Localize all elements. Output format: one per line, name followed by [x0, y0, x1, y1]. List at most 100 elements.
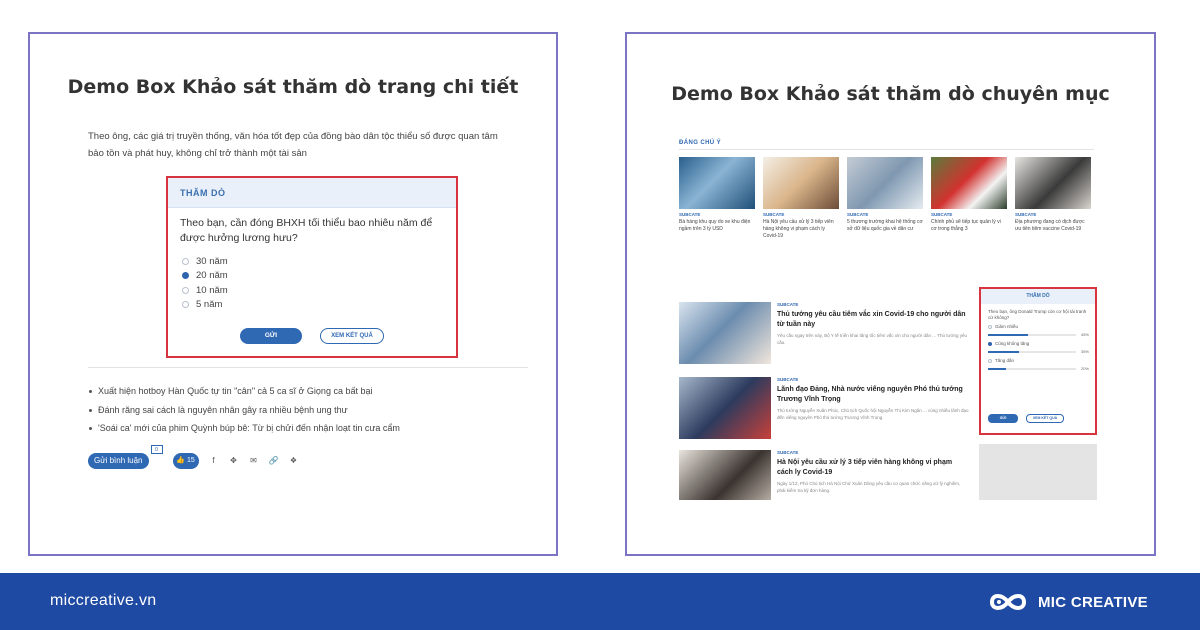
poll-question: Theo bạn, ông Donald Trump còn cơ hội tá… — [988, 309, 1087, 320]
poll-result-fill — [988, 334, 1028, 336]
radio-icon[interactable] — [182, 286, 189, 294]
poll-view-results-button[interactable]: XEM KẾT QUẢ — [1026, 414, 1064, 423]
poll-option-label: Cũng không tăng — [995, 341, 1030, 346]
poll-options: 30 năm 20 năm 10 năm 5 năm — [168, 250, 456, 312]
poll-option[interactable]: 20 năm — [182, 269, 444, 284]
news-category: SUBCATE — [777, 450, 799, 455]
facebook-icon[interactable]: f — [209, 456, 219, 466]
thumbs-up-icon: 👍 — [176, 457, 185, 464]
poll-view-results-button[interactable]: XEM KẾT QUẢ — [320, 328, 384, 344]
poll-option-label: 30 năm — [196, 255, 228, 267]
poll-option-label: Tăng dần — [995, 358, 1015, 363]
news-image[interactable] — [679, 377, 771, 439]
article-category: SUBCATE — [931, 212, 953, 217]
brand-name: MIC CREATIVE — [1038, 593, 1148, 611]
featured-article-card[interactable]: SUBCATE Hà Nội yêu cầu xử lý 3 tiếp viên… — [763, 157, 839, 240]
poll-option[interactable]: Cũng không tăng 35% — [981, 341, 1095, 358]
article-title[interactable]: Chính phủ sẽ tiếp tục quản lý vi cơ tron… — [931, 219, 1007, 233]
poll-option-label: 10 năm — [196, 284, 228, 296]
poll-option[interactable]: 10 năm — [182, 283, 444, 298]
news-text: SUBCATE Lãnh đạo Đảng, Nhà nước viếng ng… — [777, 377, 969, 421]
news-item[interactable]: SUBCATE Thủ tướng yêu cầu tiêm vắc xin C… — [679, 302, 969, 366]
news-summary: Yêu cầu ngay trên này, Bộ Y tế triển kha… — [777, 333, 967, 345]
poll-result-percent: 20% — [1080, 366, 1089, 371]
poll-result-bar — [988, 368, 1076, 370]
sidebar-poll-box: THĂM DÒ Theo bạn, ông Donald Trump còn c… — [979, 287, 1097, 435]
radio-icon[interactable] — [988, 324, 992, 329]
featured-article-card[interactable]: SUBCATE Chính phủ sẽ tiếp tục quản lý vi… — [931, 157, 1007, 240]
radio-selected-icon[interactable] — [182, 272, 189, 280]
news-text: SUBCATE Hà Nội yêu cầu xử lý 3 tiếp viên… — [777, 450, 969, 494]
like-button[interactable]: 👍 15 — [172, 453, 199, 469]
article-category: SUBCATE — [763, 212, 785, 217]
related-article-link[interactable]: Đánh răng sai cách là nguyên nhân gây ra… — [88, 401, 400, 420]
category-page-demo-panel: Demo Box Khảo sát thăm dò chuyên mục ĐÁN… — [625, 32, 1156, 556]
section-label: ĐÁNG CHÚ Ý — [679, 140, 722, 146]
news-item[interactable]: SUBCATE Lãnh đạo Đảng, Nhà nước viếng ng… — [679, 377, 969, 441]
poll-option[interactable]: Giảm nhiều 45% — [981, 324, 1095, 341]
featured-article-card[interactable]: SUBCATE Địa phương đang có dịch được ưu … — [1015, 157, 1091, 240]
detail-page-demo-panel: Demo Box Khảo sát thăm dò trang chi tiết… — [28, 32, 558, 556]
radio-icon[interactable] — [988, 358, 992, 363]
article-thumbnail-image[interactable] — [931, 157, 1007, 209]
radio-icon[interactable] — [182, 301, 189, 309]
article-thumbnail-image[interactable] — [847, 157, 923, 209]
poll-result-bar — [988, 351, 1076, 353]
comment-button[interactable]: Gửi bình luận 0 — [88, 445, 163, 469]
poll-send-button[interactable]: GỬI — [988, 414, 1018, 423]
poll-header: THĂM DÒ — [168, 178, 456, 208]
email-icon[interactable]: ✉ — [249, 456, 259, 466]
comment-count-bubble: 0 — [150, 445, 163, 454]
news-item[interactable]: SUBCATE Hà Nội yêu cầu xử lý 3 tiếp viên… — [679, 450, 969, 500]
poll-result-bar — [988, 334, 1076, 336]
news-title[interactable]: Lãnh đạo Đảng, Nhà nước viếng nguyên Phó… — [777, 385, 969, 405]
article-title[interactable]: Địa phương đang có dịch được ưu tiên tiê… — [1015, 219, 1091, 233]
article-title[interactable]: Bà hàng khu quy do xe khu điện ngầm trên… — [679, 219, 755, 233]
article-thumbnail-image[interactable] — [763, 157, 839, 209]
news-image[interactable] — [679, 302, 771, 364]
featured-article-card[interactable]: SUBCATE 5 thương trường khai hệ thống cơ… — [847, 157, 923, 240]
featured-article-card[interactable]: SUBCATE Bà hàng khu quy do xe khu điện n… — [679, 157, 755, 240]
article-intro-text: Theo ông, các giá trị truyền thống, văn … — [88, 131, 498, 159]
poll-header: THĂM DÒ — [981, 289, 1095, 304]
ad-placeholder — [979, 444, 1097, 500]
category-page-mockup: ĐÁNG CHÚ Ý SUBCATE Bà hàng khu quy do xe… — [679, 137, 1097, 500]
like-count: 15 — [186, 457, 195, 464]
poll-question: Theo bạn, cần đóng BHXH tối thiểu bao nh… — [180, 217, 433, 244]
news-summary: Ngày 1/12, Phó Chủ tịch Hà Nội Chử Xuân … — [777, 481, 961, 493]
news-title[interactable]: Thủ tướng yêu cầu tiêm vắc xin Covid-19 … — [777, 310, 969, 330]
link-icon[interactable]: 🔗 — [269, 456, 279, 466]
article-title[interactable]: Hà Nội yêu cầu xử lý 3 tiếp viên hàng kh… — [763, 219, 839, 240]
news-title[interactable]: Hà Nội yêu cầu xử lý 3 tiếp viên hàng kh… — [777, 458, 969, 478]
poll-option[interactable]: 5 năm — [182, 298, 444, 313]
news-summary: Thủ tướng Nguyễn Xuân Phúc, Chủ tịch Quố… — [777, 408, 969, 420]
footer-bar: miccreative.vn MIC CREATIVE — [0, 573, 1200, 630]
comment-button-label: Gửi bình luận — [94, 456, 143, 465]
divider — [88, 367, 528, 368]
related-article-link[interactable]: 'Soái ca' mới của phim Quỳnh búp bê: Từ … — [88, 419, 400, 438]
footer-website[interactable]: miccreative.vn — [50, 592, 156, 610]
news-text: SUBCATE Thủ tướng yêu cầu tiêm vắc xin C… — [777, 302, 969, 346]
radio-icon[interactable] — [182, 257, 189, 265]
article-title[interactable]: 5 thương trường khai hệ thống cơ sở dữ l… — [847, 219, 923, 233]
poll-actions: GỬI XEM KẾT QUẢ — [168, 328, 456, 344]
article-thumbnail-image[interactable] — [679, 157, 755, 209]
article-thumbnail-image[interactable] — [1015, 157, 1091, 209]
poll-option[interactable]: 30 năm — [182, 254, 444, 269]
related-articles-list: Xuất hiện hotboy Hàn Quốc tự tin "cân" c… — [88, 382, 400, 438]
twitter-icon[interactable]: ✥ — [229, 456, 239, 466]
poll-box: THĂM DÒ Theo bạn, cần đóng BHXH tối thiể… — [166, 176, 458, 358]
poll-option-label: 5 năm — [196, 299, 223, 311]
radio-selected-icon[interactable] — [988, 341, 992, 346]
news-image[interactable] — [679, 450, 771, 500]
related-article-link[interactable]: Xuất hiện hotboy Hàn Quốc tự tin "cân" c… — [88, 382, 400, 401]
poll-actions: GỬI XEM KẾT QUẢ — [988, 414, 1064, 423]
poll-option-label: 20 năm — [196, 270, 228, 282]
bookmark-icon[interactable]: ❖ — [289, 456, 299, 466]
poll-send-button[interactable]: GỬI — [240, 328, 302, 344]
divider — [679, 149, 1094, 150]
poll-result-fill — [988, 368, 1006, 370]
panel-title: Demo Box Khảo sát thăm dò trang chi tiết — [67, 76, 519, 98]
poll-result-percent: 45% — [1080, 332, 1089, 337]
poll-option[interactable]: Tăng dần 20% — [981, 358, 1095, 375]
